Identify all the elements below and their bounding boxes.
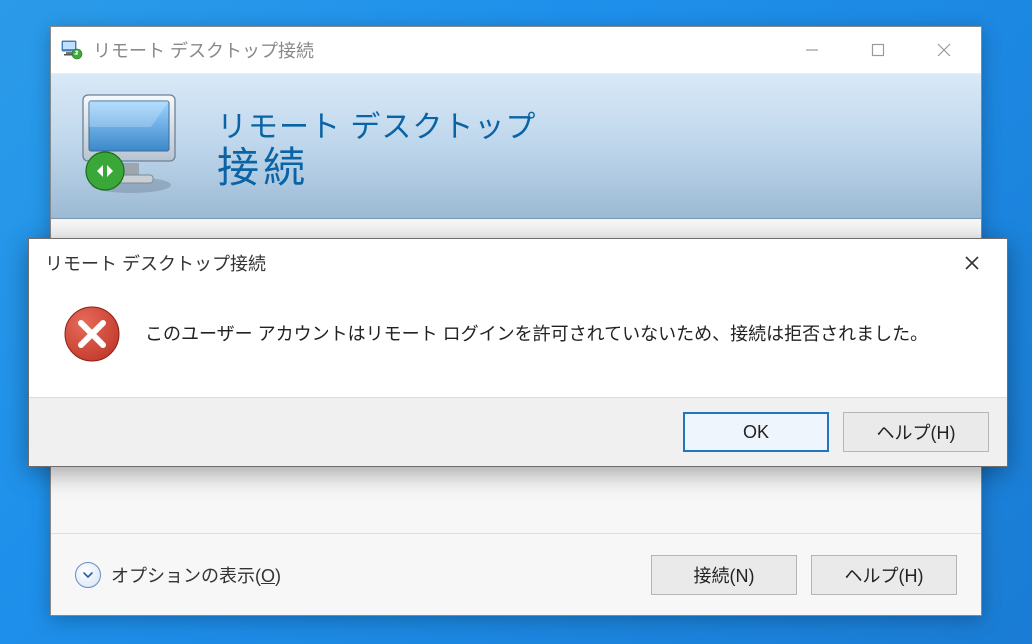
connect-button[interactable]: 接続(N) bbox=[651, 555, 797, 595]
rdc-app-icon bbox=[61, 39, 83, 61]
monitor-icon bbox=[75, 91, 195, 201]
header-line1: リモート デスクトップ bbox=[217, 102, 536, 146]
error-message: このユーザー アカウントはリモート ログインを許可されていないため、接続は拒否さ… bbox=[145, 321, 928, 348]
window-controls bbox=[779, 27, 977, 73]
options-label-pre: オプションの表示( bbox=[111, 566, 261, 586]
main-titlebar[interactable]: リモート デスクトップ接続 bbox=[51, 27, 981, 73]
dialog-help-button[interactable]: ヘルプ(H) bbox=[843, 412, 989, 452]
maximize-button[interactable] bbox=[845, 27, 911, 73]
dialog-body: このユーザー アカウントはリモート ログインを許可されていないため、接続は拒否さ… bbox=[29, 287, 1007, 397]
error-dialog: リモート デスクトップ接続 このユーザー アカウントはリモート ログインを許可さ… bbox=[28, 238, 1008, 467]
options-label-post: ) bbox=[275, 566, 281, 586]
close-button[interactable] bbox=[911, 27, 977, 73]
chevron-down-icon bbox=[75, 562, 101, 588]
dialog-footer: OK ヘルプ(H) bbox=[29, 397, 1007, 466]
help-button[interactable]: ヘルプ(H) bbox=[811, 555, 957, 595]
dialog-title: リモート デスクトップ接続 bbox=[45, 250, 945, 276]
options-label: オプションの表示(O) bbox=[111, 562, 281, 588]
ok-button[interactable]: OK bbox=[683, 412, 829, 452]
options-label-mnemonic: O bbox=[261, 566, 275, 586]
show-options-toggle[interactable]: オプションの表示(O) bbox=[75, 562, 281, 588]
dialog-close-button[interactable] bbox=[945, 243, 999, 283]
dialog-titlebar[interactable]: リモート デスクトップ接続 bbox=[29, 239, 1007, 287]
error-icon bbox=[63, 305, 121, 363]
header-line2: 接続 bbox=[217, 146, 536, 190]
main-window-title: リモート デスクトップ接続 bbox=[93, 37, 779, 63]
header-text: リモート デスクトップ 接続 bbox=[217, 102, 536, 190]
minimize-button[interactable] bbox=[779, 27, 845, 73]
main-footer: オプションの表示(O) 接続(N) ヘルプ(H) bbox=[51, 533, 981, 615]
header-band: リモート デスクトップ 接続 bbox=[51, 73, 981, 219]
